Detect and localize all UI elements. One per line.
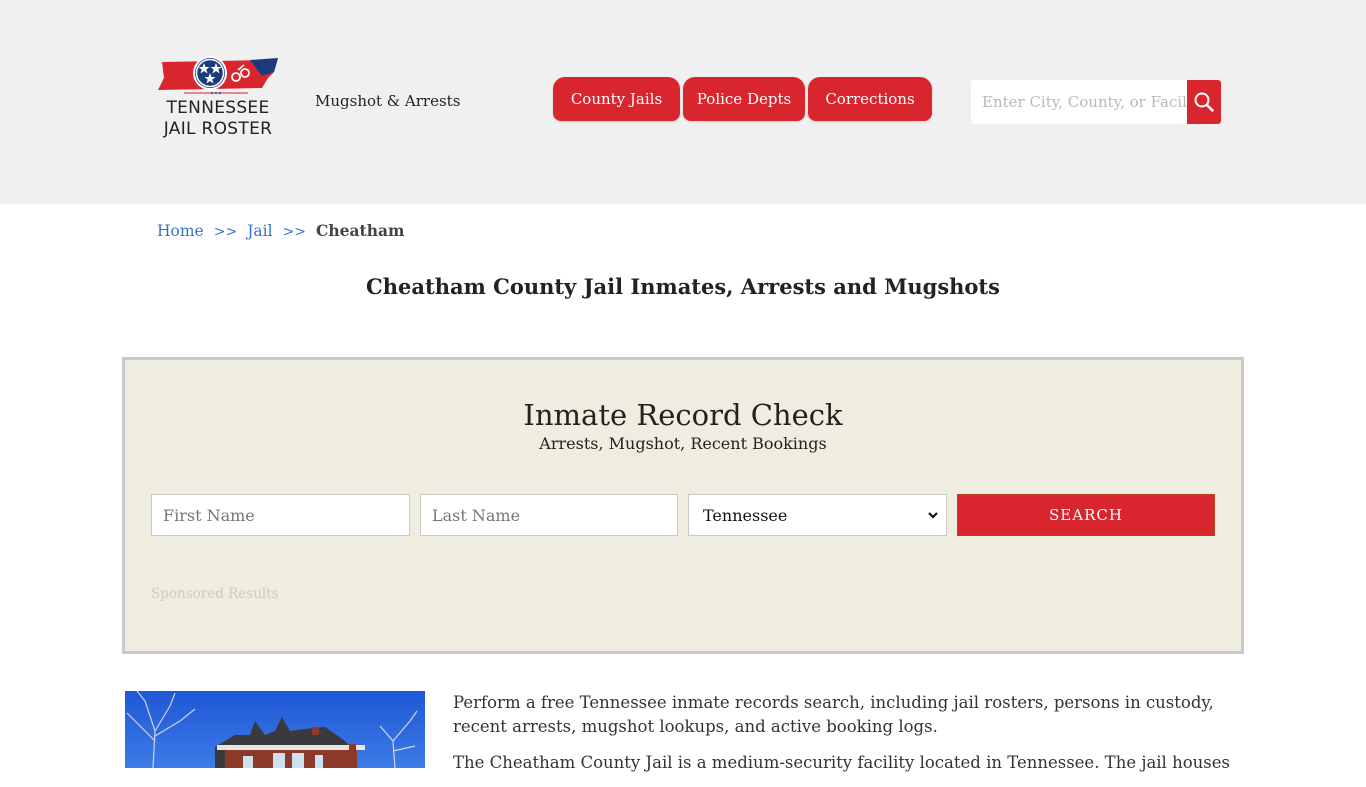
nav-tab-police-depts[interactable]: Police Depts [683, 77, 805, 121]
first-name-input[interactable] [151, 494, 410, 536]
chevron-down-icon [928, 512, 938, 519]
logo-line-1: TENNESSEE [166, 98, 270, 118]
site-search [971, 80, 1221, 124]
state-select[interactable]: Tennessee [688, 494, 947, 536]
sponsored-results-label: Sponsored Results [151, 586, 279, 602]
state-select-value: Tennessee [703, 505, 788, 525]
courthouse-image [125, 691, 425, 768]
breadcrumb-separator: >> [213, 224, 238, 240]
tennessee-state-flag-icon [158, 56, 278, 94]
breadcrumb-home[interactable]: Home [157, 222, 204, 240]
intro-text: Perform a free Tennessee inmate records … [453, 691, 1233, 787]
jail-building-photo [125, 691, 425, 768]
site-tagline: Mugshot & Arrests [315, 92, 461, 110]
record-check-title: Inmate Record Check [523, 398, 843, 432]
magnifier-icon [1194, 92, 1214, 112]
site-search-button[interactable] [1187, 80, 1221, 124]
breadcrumb-current: Cheatham [316, 221, 405, 240]
site-search-input[interactable] [971, 80, 1187, 124]
logo-text: TENNESSEE JAIL ROSTER [154, 98, 282, 140]
last-name-input[interactable] [420, 494, 678, 536]
intro-paragraph-1: Perform a free Tennessee inmate records … [453, 693, 1214, 736]
breadcrumb: Home >> Jail >> Cheatham [157, 221, 404, 240]
site-logo[interactable]: TENNESSEE JAIL ROSTER [154, 56, 282, 148]
logo-line-2: JAIL ROSTER [163, 119, 273, 139]
inmate-record-check-panel: Inmate Record Check Arrests, Mugshot, Re… [122, 357, 1244, 654]
record-check-subtitle: Arrests, Mugshot, Recent Bookings [539, 434, 827, 453]
page-title: Cheatham County Jail Inmates, Arrests an… [366, 274, 1000, 299]
site-header: TENNESSEE JAIL ROSTER Mugshot & Arrests … [0, 0, 1366, 204]
main-nav: County Jails Police Depts Corrections [553, 77, 935, 121]
breadcrumb-jail[interactable]: Jail [247, 222, 272, 240]
record-search-button[interactable]: SEARCH [957, 494, 1215, 536]
intro-paragraph-2: The Cheatham County Jail is a medium-sec… [453, 753, 1233, 772]
nav-tab-county-jails[interactable]: County Jails [553, 77, 680, 121]
nav-tab-corrections[interactable]: Corrections [808, 77, 932, 121]
breadcrumb-separator: >> [282, 224, 307, 240]
